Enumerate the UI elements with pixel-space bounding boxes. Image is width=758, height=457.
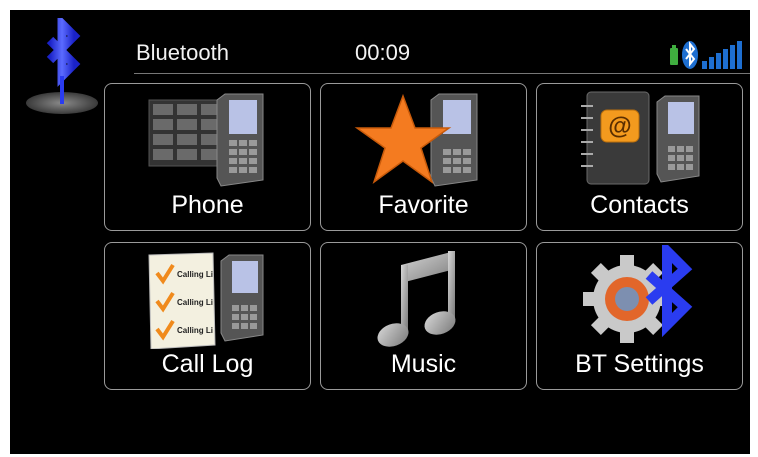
svg-text:@: @ xyxy=(608,113,631,140)
bluetooth-gear-icon xyxy=(583,245,693,343)
star-phone-icon xyxy=(354,93,478,187)
favorite-label: Favorite xyxy=(378,191,469,219)
status-divider xyxy=(134,73,750,74)
battery-icon xyxy=(670,45,678,65)
bluetooth-status-icon xyxy=(682,41,698,69)
call-log-line-text: Calling Li xyxy=(177,270,213,279)
bluetooth-logo-icon xyxy=(26,18,98,114)
status-title: Bluetooth xyxy=(136,40,229,65)
call-log-icon: Calling Li Calling Li Calling Li xyxy=(148,252,264,349)
screen: Bluetooth 00:09 Phone Favorite @ Contact… xyxy=(10,10,750,454)
bt-settings-label: BT Settings xyxy=(575,350,704,378)
music-note-icon xyxy=(377,251,456,347)
status-icons xyxy=(670,41,742,69)
call-log-line-text: Calling Li xyxy=(177,298,213,307)
call-log-label: Call Log xyxy=(161,350,254,378)
contacts-label: Contacts xyxy=(590,191,689,219)
bt-settings-button[interactable]: BT Settings xyxy=(536,242,743,390)
call-log-button[interactable]: Calling Li Calling Li Calling Li Call Lo… xyxy=(104,242,311,390)
signal-strength-icon xyxy=(702,41,742,69)
phone-label: Phone xyxy=(171,191,244,219)
favorite-button[interactable]: Favorite xyxy=(320,83,527,231)
call-log-line-text: Calling Li xyxy=(177,326,213,335)
phone-dialpad-icon xyxy=(148,93,264,187)
address-book-icon: @ xyxy=(581,91,700,185)
music-label: Music xyxy=(390,350,457,378)
music-button[interactable]: Music xyxy=(320,242,527,390)
clock: 00:09 xyxy=(355,40,411,65)
phone-button[interactable]: Phone xyxy=(104,83,311,231)
contacts-button[interactable]: @ Contacts xyxy=(536,83,743,231)
